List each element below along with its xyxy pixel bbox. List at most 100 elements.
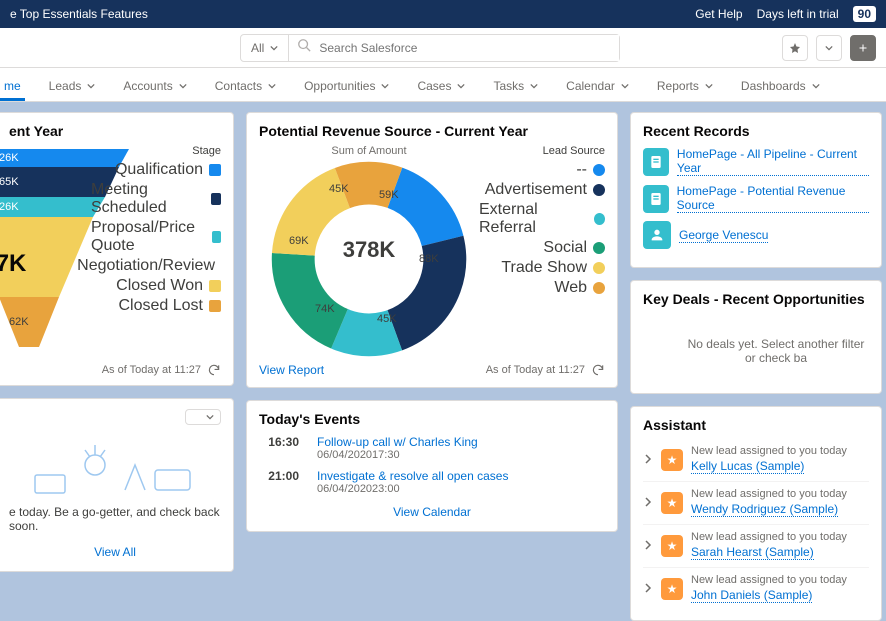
assistant-item[interactable]: ★ New lead assigned to you today John Dani… xyxy=(643,567,869,610)
recent-record-link[interactable]: George Venescu xyxy=(679,228,768,243)
assistant-line: New lead assigned to you today xyxy=(691,574,847,586)
filter-menu[interactable] xyxy=(185,409,221,425)
user-icon xyxy=(643,221,671,249)
chevron-down-icon xyxy=(621,82,629,90)
assistant-line: New lead assigned to you today xyxy=(691,531,847,543)
favorite-menu-button[interactable] xyxy=(816,35,842,61)
sum-label: Sum of Amount xyxy=(259,145,479,157)
chevron-down-icon xyxy=(530,82,538,90)
report-icon xyxy=(643,185,669,213)
revenue-title: Potential Revenue Source - Current Year xyxy=(259,123,605,139)
revenue-asof: As of Today at 11:27 xyxy=(486,364,585,376)
legend-item: Proposal/Price Quote xyxy=(91,219,221,255)
assistant-lead-link[interactable]: Kelly Lucas (Sample) xyxy=(691,459,804,474)
assistant-item[interactable]: ★New lead assigned to you todaySarah Hea… xyxy=(643,524,869,567)
object-nav: me Leads Accounts Contacts Opportunities Case… xyxy=(0,68,886,102)
slice-label: 45K xyxy=(329,183,349,195)
nav-tab-reports[interactable]: Reports xyxy=(653,71,717,101)
chevron-down-icon xyxy=(812,82,820,90)
recent-record-item[interactable]: HomePage - All Pipeline - Current Year xyxy=(643,147,869,176)
donut-total: 378K xyxy=(343,237,396,263)
chevron-down-icon xyxy=(87,82,95,90)
event-item[interactable]: 16:30Follow-up call w/ Charles King06/04… xyxy=(259,435,605,461)
pipeline-total: 177K xyxy=(0,250,26,278)
legend-item: Meeting Scheduled xyxy=(91,181,221,217)
chevron-down-icon xyxy=(268,82,276,90)
recent-record-item[interactable]: George Venescu xyxy=(643,221,869,249)
nav-tab-me[interactable]: me xyxy=(0,71,25,101)
assistant-lead-link[interactable]: Sarah Hearst (Sample) xyxy=(691,545,814,560)
search-scope-picker[interactable]: All xyxy=(241,35,289,61)
legend-item: Negotiation/Review xyxy=(91,257,221,275)
refresh-icon[interactable] xyxy=(207,363,221,377)
legend-item: Social xyxy=(479,239,605,257)
empty-state-card: e today. Be a go-getter, and check back … xyxy=(0,398,234,572)
search-scope-label: All xyxy=(251,41,264,55)
event-datetime: 06/04/202023:00 xyxy=(317,483,508,495)
empty-illustration xyxy=(9,425,221,495)
trial-label: Days left in trial xyxy=(757,7,839,21)
search-input[interactable] xyxy=(319,35,619,61)
nav-tab-tasks[interactable]: Tasks xyxy=(489,71,542,101)
chevron-right-icon xyxy=(643,580,653,598)
lead-icon: ★ xyxy=(661,578,683,600)
chevron-down-icon xyxy=(381,82,389,90)
assistant-item[interactable]: ★New lead assigned to you todayWendy Rod… xyxy=(643,481,869,524)
chevron-down-icon xyxy=(705,82,713,90)
legend-title: Lead Source xyxy=(479,145,605,157)
assistant-lead-link[interactable]: John Daniels (Sample) xyxy=(691,588,812,603)
view-report-link[interactable]: View Report xyxy=(259,363,324,377)
nav-tab-dashboards[interactable]: Dashboards xyxy=(737,71,824,101)
favorite-button[interactable] xyxy=(782,35,808,61)
legend-item: Closed Lost xyxy=(91,297,221,315)
nav-tab-contacts[interactable]: Contacts xyxy=(211,71,280,101)
chevron-right-icon xyxy=(643,494,653,512)
recent-record-link[interactable]: HomePage - Potential Revenue Source xyxy=(677,184,869,213)
slice-label: 59K xyxy=(379,189,399,201)
pipeline-asof: As of Today at 11:27 xyxy=(102,364,201,376)
slice-label: 45K xyxy=(377,313,397,325)
nav-tab-leads[interactable]: Leads xyxy=(45,71,100,101)
global-header: e Top Essentials Features Get Help Days … xyxy=(0,0,886,28)
nav-tab-accounts[interactable]: Accounts xyxy=(119,71,190,101)
legend-item: Trade Show xyxy=(479,259,605,277)
utility-bar: All xyxy=(0,28,886,68)
slice-label: 69K xyxy=(289,235,309,247)
refresh-icon[interactable] xyxy=(591,363,605,377)
revenue-chart-card: Potential Revenue Source - Current Year … xyxy=(246,112,618,388)
slice-label: 88K xyxy=(419,253,439,265)
legend-item: External Referral xyxy=(479,201,605,237)
global-add-button[interactable] xyxy=(850,35,876,61)
todays-events-card: Today's Events 16:30Follow-up call w/ Ch… xyxy=(246,400,618,532)
recent-record-item[interactable]: HomePage - Potential Revenue Source xyxy=(643,184,869,213)
nav-tab-cases[interactable]: Cases xyxy=(413,71,469,101)
event-time: 21:00 xyxy=(259,469,299,495)
nav-tab-opportunities[interactable]: Opportunities xyxy=(300,71,393,101)
legend-item: -- xyxy=(479,161,605,179)
empty-msg: e today. Be a go-getter, and check back … xyxy=(9,505,221,533)
view-all-link[interactable]: View All xyxy=(94,545,136,559)
global-search[interactable]: All xyxy=(240,34,620,62)
event-subject[interactable]: Follow-up call w/ Charles King xyxy=(317,435,478,449)
legend-item: Web xyxy=(479,279,605,297)
lead-icon: ★ xyxy=(661,492,683,514)
chevron-down-icon xyxy=(457,82,465,90)
assistant-item[interactable]: ★New lead assigned to you todayKelly Luc… xyxy=(643,439,869,481)
event-item[interactable]: 21:00 Investigate & resolve all open case… xyxy=(259,469,605,495)
legend-title: Stage xyxy=(91,145,221,157)
get-help-link[interactable]: Get Help xyxy=(695,7,742,21)
report-icon xyxy=(643,148,669,176)
legend-item: Closed Won xyxy=(91,277,221,295)
trial-days-badge: 90 xyxy=(853,6,876,22)
pipeline-chart-card: ent Year 26K 65K 26K 62K 177K Stage Qual… xyxy=(0,112,234,386)
event-subject[interactable]: Investigate & resolve all open cases xyxy=(317,469,508,483)
keydeals-title: Key Deals - Recent Opportunities xyxy=(643,291,869,307)
view-calendar-link[interactable]: View Calendar xyxy=(393,505,471,519)
event-time: 16:30 xyxy=(259,435,299,461)
assistant-lead-link[interactable]: Wendy Rodriguez (Sample) xyxy=(691,502,838,517)
assistant-line: New lead assigned to you today xyxy=(691,445,847,457)
recent-record-link[interactable]: HomePage - All Pipeline - Current Year xyxy=(677,147,869,176)
chevron-down-icon xyxy=(270,44,278,52)
assistant-title: Assistant xyxy=(643,417,869,433)
nav-tab-calendar[interactable]: Calendar xyxy=(562,71,633,101)
